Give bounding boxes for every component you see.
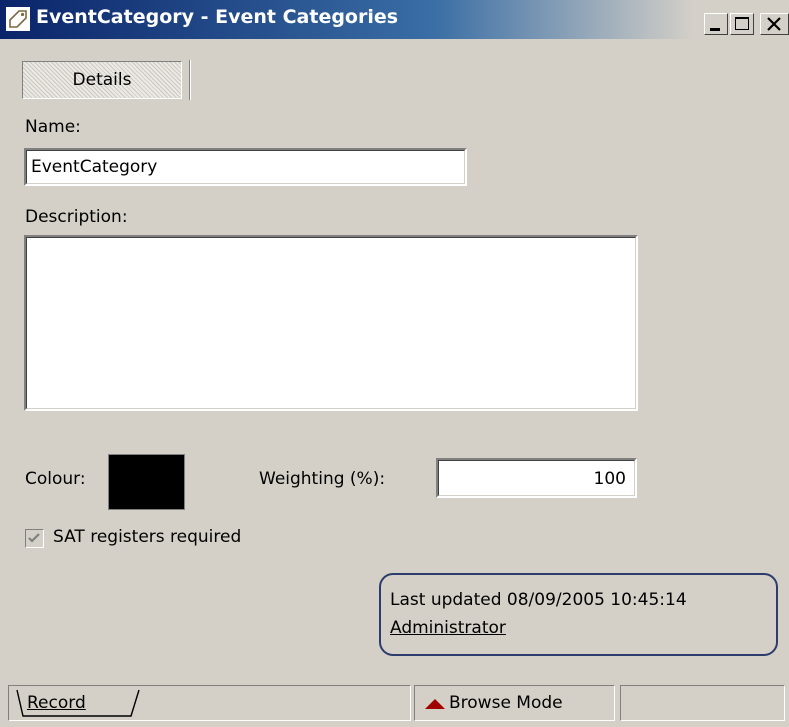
triangle-up-icon bbox=[425, 699, 445, 709]
name-field[interactable]: EventCategory bbox=[24, 148, 467, 186]
title-bar[interactable]: EventCategory - Event Categories bbox=[0, 0, 789, 39]
status-pane-record: Record bbox=[8, 685, 411, 721]
sat-registers-checkbox[interactable] bbox=[25, 529, 44, 548]
window-title: EventCategory - Event Categories bbox=[36, 6, 399, 28]
status-pane-empty bbox=[620, 685, 785, 721]
minimize-button[interactable] bbox=[704, 13, 728, 35]
tab-details[interactable]: Details bbox=[22, 61, 182, 99]
description-field[interactable] bbox=[24, 235, 638, 411]
tab-separator bbox=[189, 60, 191, 100]
close-button[interactable] bbox=[760, 13, 789, 35]
weighting-field-value: 100 bbox=[593, 469, 626, 489]
weighting-label: Weighting (%): bbox=[259, 469, 386, 489]
last-updated-user-link[interactable]: Administrator bbox=[390, 618, 506, 638]
description-label: Description: bbox=[25, 207, 128, 227]
colour-swatch[interactable] bbox=[108, 454, 185, 510]
last-updated-text: Last updated 08/09/2005 10:45:14 bbox=[390, 590, 687, 610]
maximize-icon bbox=[735, 17, 749, 30]
weighting-field[interactable]: 100 bbox=[436, 458, 637, 498]
last-updated-panel: Last updated 08/09/2005 10:45:14 Adminis… bbox=[379, 573, 778, 656]
tab-record[interactable]: Record bbox=[27, 693, 86, 713]
status-pane-mode: Browse Mode bbox=[414, 685, 615, 721]
minimize-icon bbox=[710, 28, 720, 31]
browse-mode-label: Browse Mode bbox=[449, 693, 563, 713]
tag-icon bbox=[6, 7, 30, 31]
sat-registers-label: SAT registers required bbox=[53, 527, 242, 547]
status-bar: Record Browse Mode bbox=[0, 685, 789, 727]
name-label: Name: bbox=[25, 117, 81, 137]
checkmark-icon bbox=[28, 533, 40, 543]
maximize-button[interactable] bbox=[730, 13, 754, 35]
close-icon bbox=[767, 17, 781, 31]
colour-label: Colour: bbox=[25, 469, 86, 489]
name-field-value: EventCategory bbox=[31, 157, 158, 177]
